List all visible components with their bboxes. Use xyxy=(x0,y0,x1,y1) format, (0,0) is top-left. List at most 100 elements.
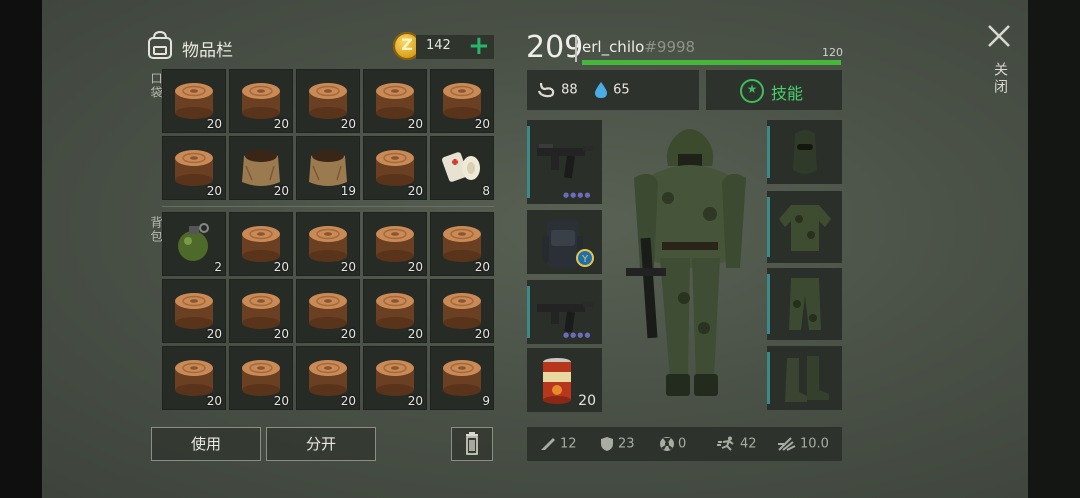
backpack-slot[interactable]: Y xyxy=(527,210,602,274)
item-quantity: 2 xyxy=(214,260,222,274)
inventory-slot[interactable]: 20 xyxy=(162,136,226,200)
trash-button[interactable] xyxy=(451,427,493,461)
trash-icon xyxy=(466,432,478,455)
log-icon xyxy=(242,83,280,119)
quality-dots: ●●●● xyxy=(563,191,592,199)
slot-indicator xyxy=(767,197,770,257)
item-quantity: 20 xyxy=(474,117,490,131)
inventory-slot[interactable]: 20 xyxy=(229,346,293,410)
inventory-slot[interactable]: 8 xyxy=(430,136,494,200)
add-coins-button[interactable]: + xyxy=(468,32,490,60)
item-quantity: 20 xyxy=(340,394,356,408)
inventory-slot[interactable]: 20 xyxy=(229,69,293,133)
bandage-icon xyxy=(442,152,480,182)
item-quantity: 20 xyxy=(340,327,356,341)
backpack-icon xyxy=(148,30,172,59)
log-icon xyxy=(376,83,414,119)
log-icon xyxy=(175,360,213,396)
inventory-slot[interactable]: 20 xyxy=(162,69,226,133)
inventory-slot[interactable]: 20 xyxy=(229,136,293,200)
inventory-slot[interactable]: 20 xyxy=(430,279,494,343)
inventory-slot[interactable]: 20 xyxy=(363,212,427,276)
log-icon xyxy=(309,360,347,396)
log-icon xyxy=(443,83,481,119)
legs-slot[interactable] xyxy=(767,268,842,340)
shield-icon xyxy=(601,437,613,451)
feet-slot[interactable] xyxy=(767,346,842,410)
skills-button[interactable]: ★ 技能 xyxy=(706,70,842,110)
inventory-title: 物品栏 xyxy=(182,41,233,61)
item-quantity: 20 xyxy=(206,117,222,131)
item-quantity: 20 xyxy=(273,327,289,341)
secondary-weapon-slot[interactable]: ●●●● xyxy=(527,280,602,344)
primary-weapon-slot[interactable]: ●●●● xyxy=(527,120,602,204)
use-button[interactable]: 使用 xyxy=(151,427,261,461)
smg-icon xyxy=(537,144,593,179)
coin-count: 142 xyxy=(426,38,451,53)
inventory-slot[interactable]: 20 xyxy=(229,212,293,276)
inventory-slot[interactable]: 20 xyxy=(363,279,427,343)
health-bar xyxy=(582,60,841,65)
attack-stat: 12 xyxy=(539,436,577,452)
inventory-slot[interactable]: 20 xyxy=(363,136,427,200)
slot-indicator xyxy=(767,274,770,334)
inventory-slot[interactable]: 20 xyxy=(430,69,494,133)
item-quantity: 19 xyxy=(340,184,356,198)
hunger-value: 88 xyxy=(561,82,578,98)
inventory-slot[interactable]: 20 xyxy=(296,279,360,343)
item-quantity: 20 xyxy=(340,260,356,274)
item-quantity: 9 xyxy=(482,394,490,408)
player-name: erl_chilo#9998 xyxy=(582,38,695,56)
item-quantity: 20 xyxy=(407,327,423,341)
log-icon xyxy=(376,293,414,329)
needs-panel: 88 65 xyxy=(527,70,699,110)
log-icon xyxy=(242,293,280,329)
stealth-value: 10.0 xyxy=(800,436,829,452)
inventory-slot[interactable]: 20 xyxy=(162,279,226,343)
inventory-slot[interactable]: 2 xyxy=(162,212,226,276)
food-slot[interactable]: 20 xyxy=(527,348,602,412)
coin-balance: 142 + xyxy=(416,32,494,60)
section-divider xyxy=(162,206,494,207)
food-quantity: 20 xyxy=(578,393,596,409)
item-quantity: 20 xyxy=(273,394,289,408)
head-slot[interactable] xyxy=(767,120,842,184)
inventory-slot[interactable]: 20 xyxy=(430,212,494,276)
health-bar-fill xyxy=(582,60,841,65)
slot-indicator xyxy=(767,352,770,404)
inventory-slot[interactable]: 20 xyxy=(296,346,360,410)
item-quantity: 20 xyxy=(340,117,356,131)
backpack-grid: 2 20 20 20 20 20 20 20 20 20 20 20 20 20 9 xyxy=(162,212,494,410)
body-slot[interactable] xyxy=(767,191,842,263)
item-quantity: 20 xyxy=(206,184,222,198)
log-icon xyxy=(175,83,213,119)
inventory-slot[interactable]: 19 xyxy=(296,136,360,200)
right-screen-edge xyxy=(1028,0,1080,498)
log-icon xyxy=(309,83,347,119)
inventory-slot[interactable]: 20 xyxy=(229,279,293,343)
log-icon xyxy=(309,293,347,329)
close-icon[interactable] xyxy=(985,22,1013,50)
attack-value: 12 xyxy=(560,436,577,452)
inventory-slot[interactable]: 20 xyxy=(363,69,427,133)
inventory-slot[interactable]: 20 xyxy=(363,346,427,410)
hunger-stat: 88 xyxy=(537,81,578,99)
inventory-slot[interactable]: 9 xyxy=(430,346,494,410)
inventory-slot[interactable]: 20 xyxy=(162,346,226,410)
stats-bar: 12 23 0 42 10.0 xyxy=(527,427,842,461)
ghillie-jacket-icon xyxy=(779,205,831,251)
log-icon xyxy=(443,226,481,262)
inventory-slot[interactable]: 20 xyxy=(296,212,360,276)
health-max: 120 xyxy=(822,46,843,59)
slot-indicator xyxy=(527,126,530,198)
camo-pants-icon xyxy=(789,278,821,330)
water-drop-icon xyxy=(595,82,607,98)
running-icon xyxy=(717,436,734,451)
item-quantity: 20 xyxy=(407,184,423,198)
log-icon xyxy=(443,360,481,396)
slot-indicator xyxy=(767,126,770,178)
close-button-label[interactable]: 关闭 xyxy=(990,62,1010,96)
log-icon xyxy=(376,150,414,186)
split-button[interactable]: 分开 xyxy=(266,427,376,461)
inventory-slot[interactable]: 20 xyxy=(296,69,360,133)
